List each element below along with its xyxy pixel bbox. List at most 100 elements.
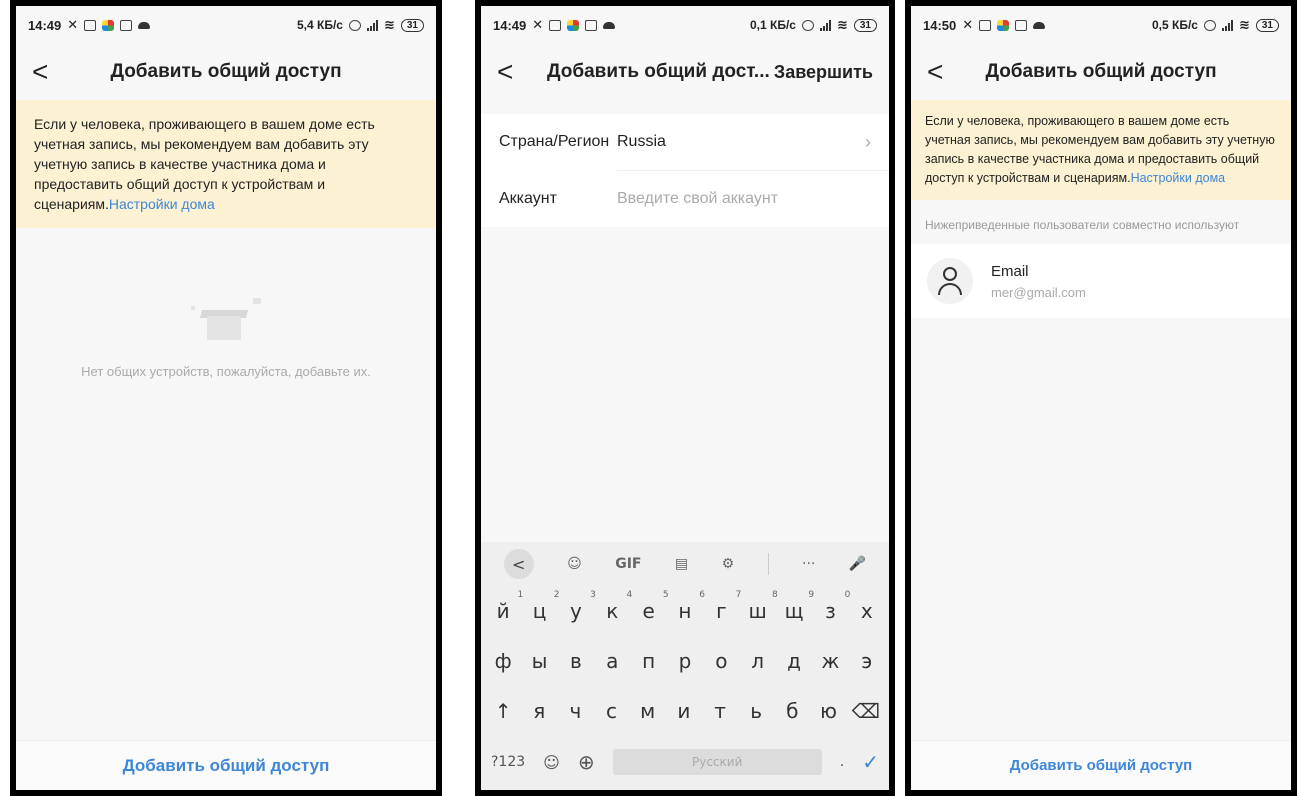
backspace-key[interactable]: ⌫ — [852, 699, 880, 723]
key[interactable]: м — [635, 699, 661, 723]
empty-state: Нет общих устройств, пожалуйста, добавьт… — [16, 228, 436, 758]
screen-share-list: 14:50 ✕ 0,5 КБ/с ≋ 31 < Добавить общий д… — [905, 0, 1297, 796]
status-bar: 14:49 ✕ 5,4 КБ/с ≋ 31 — [16, 6, 436, 44]
account-input[interactable]: Введите свой аккаунт — [617, 190, 871, 208]
add-share-button[interactable]: Добавить общий доступ — [911, 740, 1291, 790]
back-button[interactable]: < — [32, 58, 62, 86]
cloud-icon — [1033, 21, 1046, 29]
key[interactable]: с — [599, 699, 625, 723]
region-value: Russia — [617, 133, 666, 150]
key[interactable]: ф — [490, 649, 516, 673]
page-title: Добавить общий доступ — [110, 61, 342, 82]
app-header: < Добавить общий дост... Завершить — [481, 44, 889, 100]
battery-icon: 31 — [853, 18, 877, 32]
more-icon[interactable]: ··· — [802, 556, 815, 572]
key[interactable]: ы — [527, 649, 553, 673]
key[interactable]: ш8 — [745, 590, 778, 623]
space-key[interactable]: Русский — [612, 749, 822, 775]
globe-icon[interactable]: ⊕ — [578, 750, 595, 774]
key[interactable]: и — [671, 699, 697, 723]
signal-icon — [1221, 19, 1233, 31]
status-time: 14:50 — [923, 17, 957, 33]
signal-icon — [366, 19, 378, 31]
empty-message: Нет общих устройств, пожалуйста, добавьт… — [81, 364, 371, 379]
back-button[interactable]: < — [497, 58, 527, 86]
back-button[interactable]: < — [927, 58, 957, 86]
key[interactable]: у3 — [563, 590, 596, 623]
keyboard-bottom-row: ?123 ☺ ⊕ Русский . ✓ — [481, 736, 889, 788]
add-share-button[interactable]: Добавить общий доступ — [16, 740, 436, 790]
user-name: Email — [991, 262, 1029, 280]
key[interactable]: э — [854, 649, 880, 673]
onscreen-keyboard: < ☺ GIF ▤ ⚙ ··· 🎤 й1 ц2 у3 к4 е5 н6 г7 ш… — [481, 542, 889, 790]
cloud-icon — [603, 21, 616, 29]
key[interactable]: в — [563, 649, 589, 673]
symbols-key[interactable]: ?123 — [491, 754, 525, 770]
key[interactable]: л — [745, 649, 771, 673]
key[interactable]: б — [779, 699, 805, 723]
key[interactable]: п — [636, 649, 662, 673]
page-title: Добавить общий доступ — [985, 61, 1217, 82]
account-label: Аккаунт — [499, 190, 557, 207]
settings-icon[interactable]: ⚙ — [722, 556, 735, 572]
chevron-right-icon: › — [865, 131, 871, 152]
finish-button[interactable]: Завершить — [774, 62, 873, 83]
kb-back-icon[interactable]: < — [503, 549, 534, 579]
home-settings-link[interactable]: Настройки дома — [1131, 171, 1226, 185]
app-header: < Добавить общий доступ — [911, 44, 1291, 100]
key[interactable]: ю — [815, 699, 841, 723]
key[interactable]: х — [854, 599, 880, 623]
key[interactable]: щ9 — [781, 590, 814, 623]
clipboard-icon[interactable]: ▤ — [675, 556, 688, 572]
battery-icon: 31 — [1255, 18, 1279, 32]
gif-button[interactable]: GIF — [615, 556, 641, 572]
battery-icon: 31 — [400, 18, 424, 32]
mail-icon — [84, 19, 97, 31]
key[interactable]: к4 — [599, 590, 632, 623]
key[interactable]: з0 — [817, 590, 850, 623]
key[interactable]: о — [708, 649, 734, 673]
emoji-key[interactable]: ☺ — [543, 753, 560, 772]
key[interactable]: а — [599, 649, 625, 673]
home-settings-link[interactable]: Настройки дома — [109, 196, 215, 212]
period-key[interactable]: . — [840, 754, 844, 770]
sticker-icon[interactable]: ☺ — [567, 556, 582, 572]
shared-user-item[interactable]: Email mer@gmail.com — [911, 244, 1291, 318]
gallery-icon — [120, 19, 133, 31]
key[interactable]: е5 — [636, 590, 668, 623]
status-bar: 14:49 ✕ 0,1 КБ/с ≋ 31 — [481, 6, 889, 44]
status-time: 14:49 — [28, 17, 62, 33]
account-row: Аккаунт Введите свой аккаунт — [481, 171, 889, 227]
key[interactable]: р — [672, 649, 698, 673]
key[interactable]: ч — [562, 699, 588, 723]
key[interactable]: ц2 — [527, 590, 560, 623]
shared-users-label: Нижеприведенные пользователи совместно и… — [925, 218, 1240, 232]
key[interactable]: д — [781, 649, 807, 673]
enter-key[interactable]: ✓ — [862, 750, 879, 774]
region-row[interactable]: Страна/Регион Russia › — [481, 114, 889, 170]
shift-key[interactable]: ↑ — [490, 699, 516, 723]
key[interactable]: ж — [817, 649, 843, 673]
key[interactable]: я — [526, 699, 552, 723]
status-app-icon: ✕ — [67, 17, 79, 32]
cloud-icon — [138, 21, 151, 29]
key[interactable]: й1 — [490, 590, 524, 623]
alarm-icon — [801, 19, 814, 31]
user-avatar-icon — [927, 258, 973, 304]
gallery-icon — [1015, 19, 1028, 31]
region-label: Страна/Регион — [499, 133, 610, 150]
key[interactable]: т — [707, 699, 733, 723]
mail-icon — [979, 19, 992, 31]
page-title: Добавить общий дост... — [547, 61, 770, 82]
status-time: 14:49 — [493, 17, 527, 33]
wifi-icon: ≋ — [383, 17, 395, 32]
empty-box-icon — [191, 298, 261, 340]
key[interactable]: н6 — [672, 590, 705, 623]
microphone-icon[interactable]: 🎤 — [849, 556, 866, 572]
status-app-icon: ✕ — [532, 17, 544, 32]
key[interactable]: ь — [743, 699, 769, 723]
screen-share-empty: 14:49 ✕ 5,4 КБ/с ≋ 31 < Добавить общий д… — [10, 0, 442, 796]
share-form: Страна/Регион Russia › Аккаунт Введите с… — [481, 114, 889, 227]
key[interactable]: г7 — [708, 590, 741, 623]
toolbar-divider — [767, 553, 769, 575]
